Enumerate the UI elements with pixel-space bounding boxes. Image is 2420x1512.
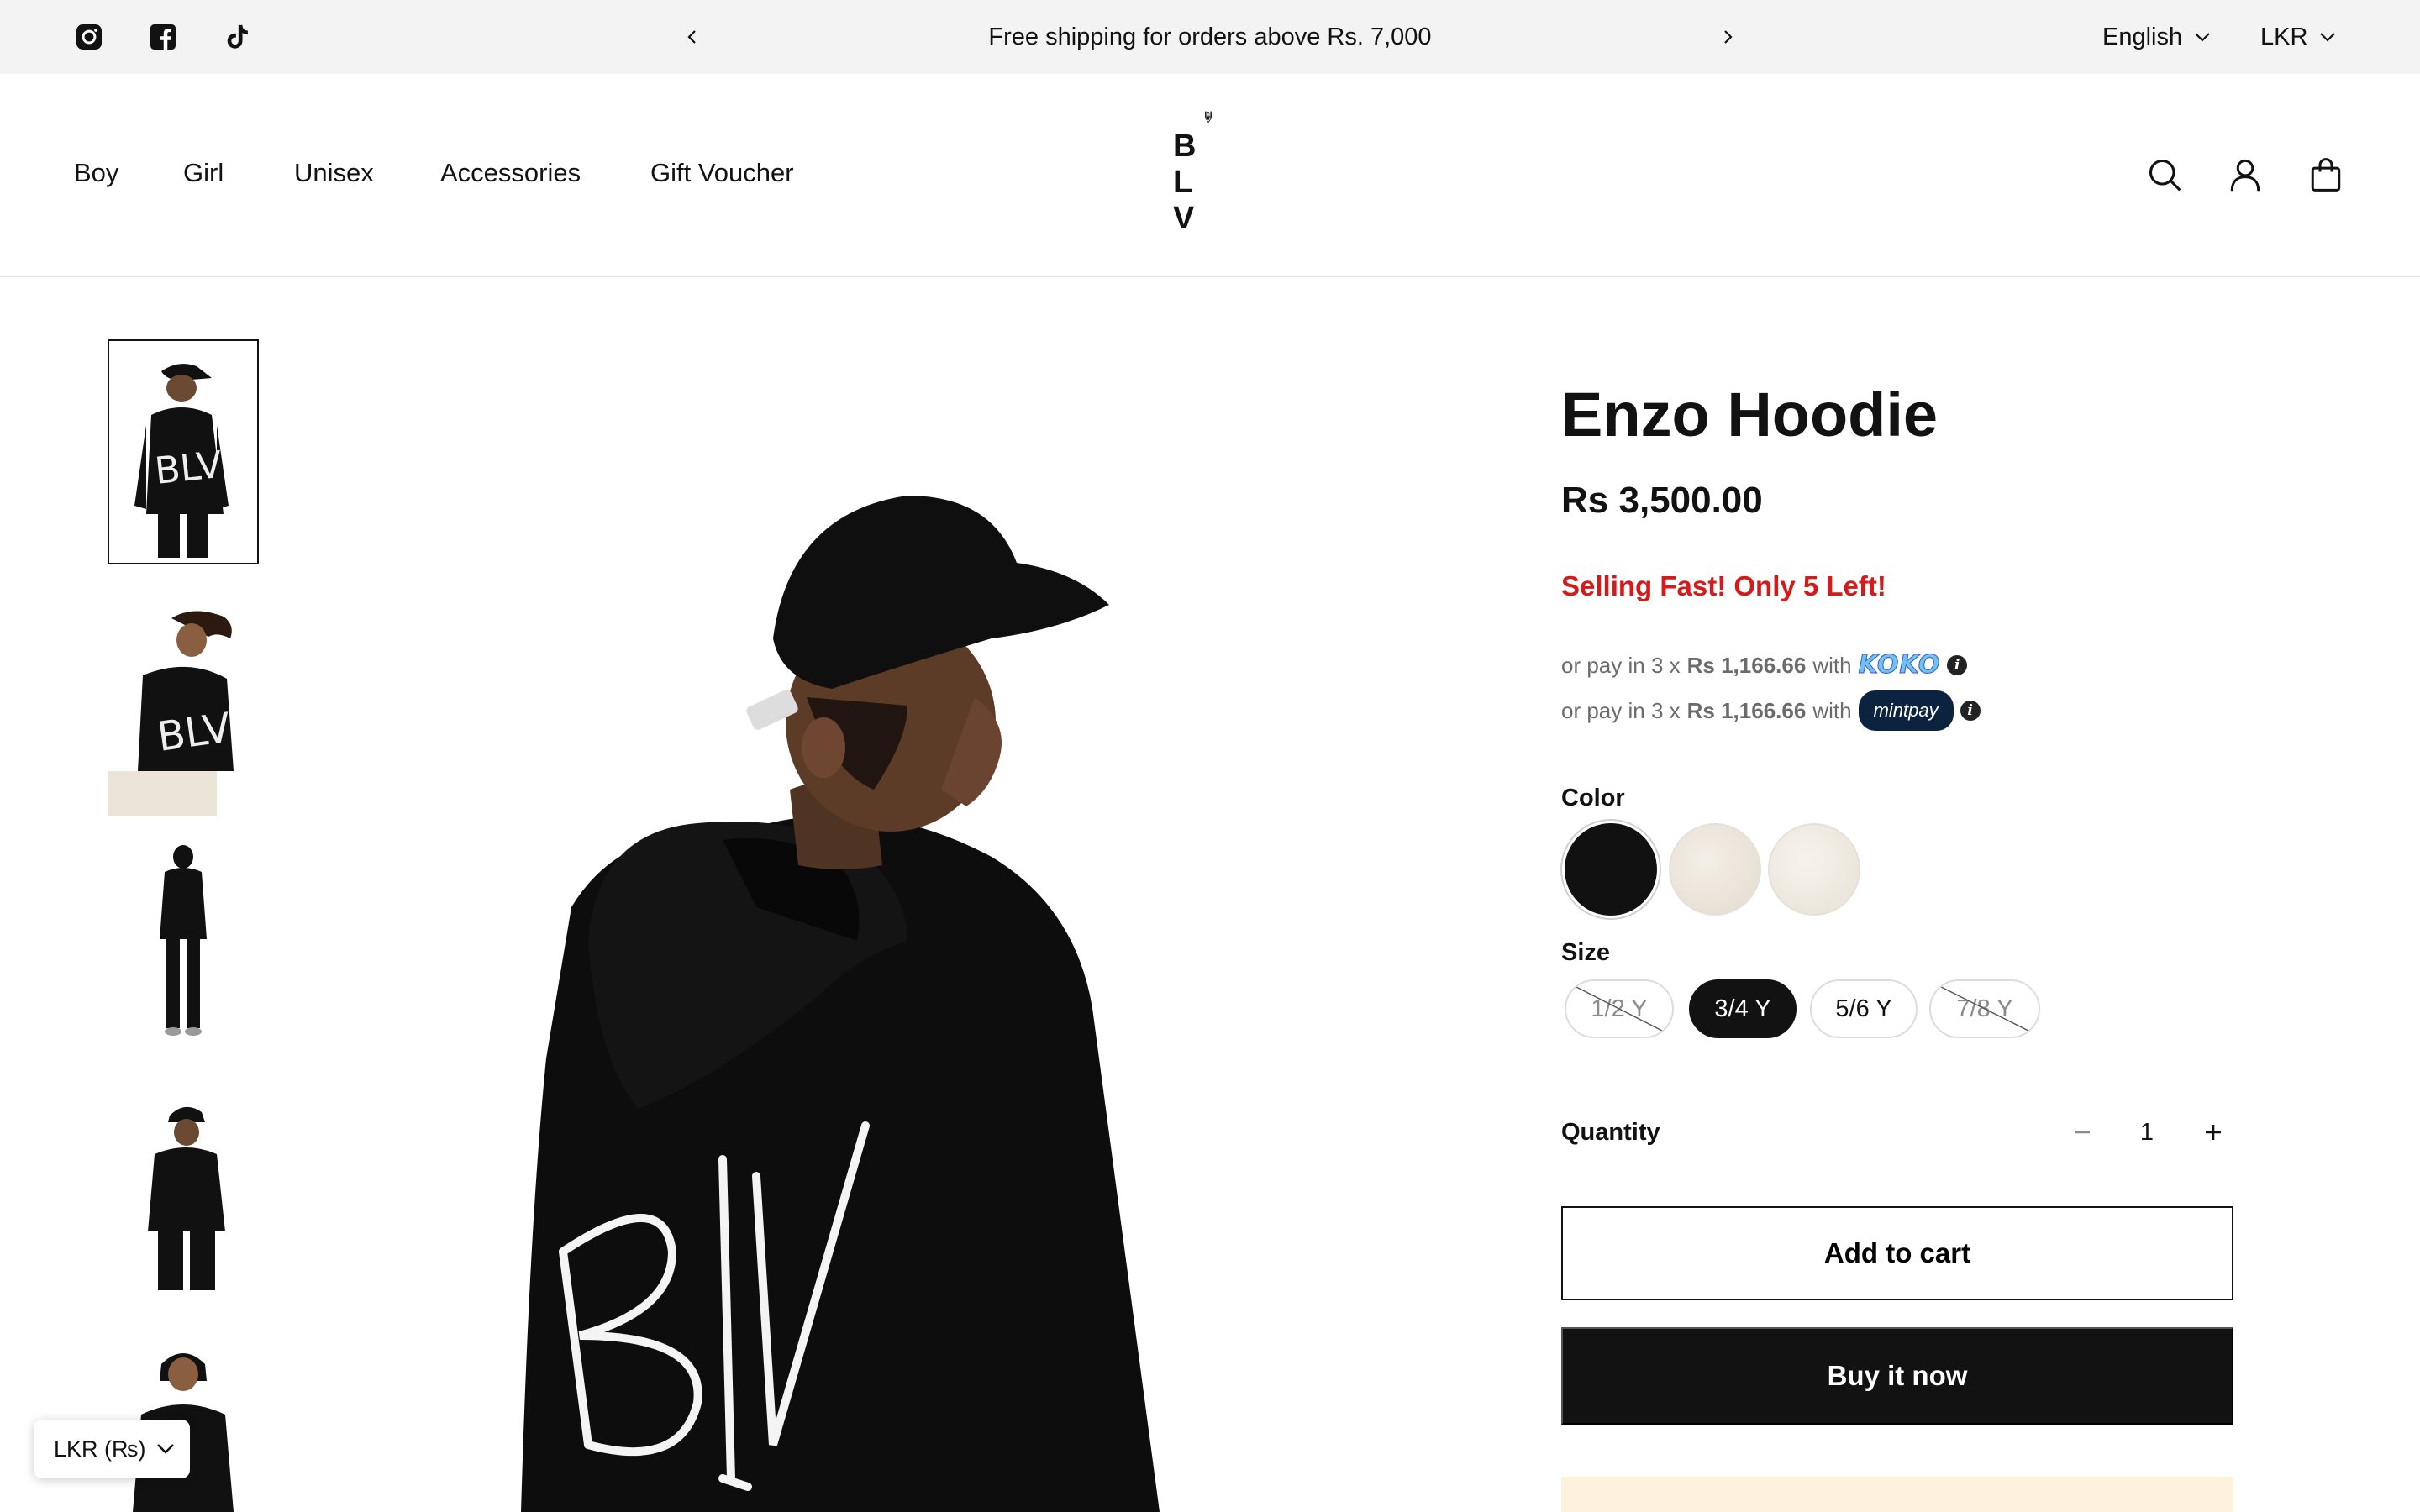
size-option-label: 5/6 Y (1835, 995, 1892, 1022)
installment-amount: Rs 1,166.66 (1686, 653, 1807, 678)
nav-item-gift-voucher[interactable]: Gift Voucher (650, 155, 794, 192)
installment-with: with (1812, 653, 1852, 678)
size-label: Size (1561, 939, 1611, 966)
chevron-down-icon (157, 1444, 174, 1454)
plus-icon (2206, 1125, 2221, 1140)
logo-text: B L V (1173, 129, 1218, 236)
color-swatch-cream[interactable] (1669, 823, 1761, 916)
facebook-icon[interactable] (146, 20, 180, 54)
installment-mintpay: or pay in 3 x Rs 1,166.66 with mintpay i (1561, 690, 1981, 731)
info-icon[interactable]: i (1960, 701, 1981, 721)
main-product-image (471, 470, 1227, 1512)
size-option-5-6y[interactable]: 5/6 Y (1810, 979, 1918, 1038)
chevron-down-icon (2320, 33, 2336, 42)
thumbnail-3[interactable] (108, 838, 259, 1063)
quantity-label: Quantity (1561, 1119, 1660, 1146)
color-swatch-black[interactable] (1565, 823, 1657, 916)
installment-koko: or pay in 3 x Rs 1,166.66 with KOKO i (1561, 648, 1968, 682)
koko-logo: KOKO (1858, 650, 1941, 680)
installment-amount: Rs 1,166.66 (1686, 698, 1807, 723)
announcement-next-arrow[interactable] (1707, 17, 1748, 57)
thumbnail-image: BLV (108, 591, 259, 816)
currency-selector[interactable]: LKR (2260, 18, 2336, 55)
brand-logo[interactable]: B L V (1151, 111, 1265, 237)
color-label: Color (1561, 785, 1625, 811)
size-option-3-4y[interactable]: 3/4 Y (1689, 979, 1797, 1038)
cart-icon[interactable] (2304, 153, 2348, 197)
chevron-right-icon (1724, 30, 1733, 44)
product-price: Rs 3,500.00 (1561, 480, 1763, 521)
nav-item-girl[interactable]: Girl (183, 155, 224, 192)
installment-with: with (1812, 698, 1852, 723)
size-option-7-8y[interactable]: 7/8 Y (1929, 979, 2040, 1038)
stock-urgency-message: Selling Fast! Only 5 Left! (1561, 570, 1886, 601)
strikethrough-line (1567, 982, 1671, 1036)
chevron-left-icon (687, 30, 696, 44)
add-to-cart-button[interactable]: Add to cart (1561, 1206, 2233, 1300)
announcement-prev-arrow[interactable] (672, 17, 713, 57)
nav-item-boy[interactable]: Boy (74, 155, 118, 192)
language-selector[interactable]: English (2102, 18, 2211, 55)
instagram-icon[interactable] (72, 20, 106, 54)
announcement-bar: Free shipping for orders above Rs. 7,000… (0, 0, 2420, 74)
language-label: English (2102, 23, 2183, 50)
minus-icon (2075, 1131, 2090, 1134)
installment-prefix: or pay in 3 x (1561, 698, 1681, 723)
promo-banner (1561, 1477, 2233, 1512)
search-icon[interactable] (2143, 153, 2186, 197)
installment-prefix: or pay in 3 x (1561, 653, 1681, 678)
size-option-label: 3/4 Y (1714, 995, 1771, 1022)
quantity-increase-button[interactable] (2191, 1110, 2235, 1154)
thumbnail-4[interactable] (108, 1084, 259, 1309)
nav-item-unisex[interactable]: Unisex (294, 155, 374, 192)
info-icon[interactable]: i (1947, 655, 1968, 675)
product-photo (471, 470, 1227, 1512)
thumbnail-image (108, 838, 259, 1063)
thumbnail-image (108, 1084, 259, 1309)
thumbnail-image: BLV (109, 341, 257, 563)
tiktok-icon[interactable] (220, 20, 254, 54)
buy-now-button[interactable]: Buy it now (1561, 1327, 2233, 1425)
announcement-text: Free shipping for orders above Rs. 7,000 (988, 24, 1432, 50)
color-swatch-off-white[interactable] (1768, 823, 1860, 916)
chevron-down-icon (2195, 33, 2210, 42)
size-option-1-2y[interactable]: 1/2 Y (1565, 979, 1674, 1038)
thumbnail-1[interactable]: BLV (108, 339, 259, 564)
strikethrough-line (1932, 982, 2038, 1036)
quantity-decrease-button[interactable] (2060, 1110, 2104, 1154)
account-icon[interactable] (2223, 153, 2267, 197)
logo-mark-icon (1205, 111, 1212, 123)
currency-widget[interactable]: LKR (₨) (34, 1420, 190, 1478)
quantity-input[interactable]: 1 (2126, 1112, 2168, 1152)
currency-label: LKR (2260, 23, 2308, 50)
currency-widget-label: LKR (₨) (54, 1436, 146, 1462)
product-title: Enzo Hoodie (1561, 380, 1939, 449)
site-header: Boy Girl Unisex Accessories Gift Voucher… (0, 74, 2420, 277)
mintpay-logo: mintpay (1858, 690, 1954, 731)
nav-item-accessories[interactable]: Accessories (440, 155, 581, 192)
svg-text:BLV: BLV (153, 444, 224, 493)
thumbnail-2[interactable]: BLV (108, 591, 259, 816)
